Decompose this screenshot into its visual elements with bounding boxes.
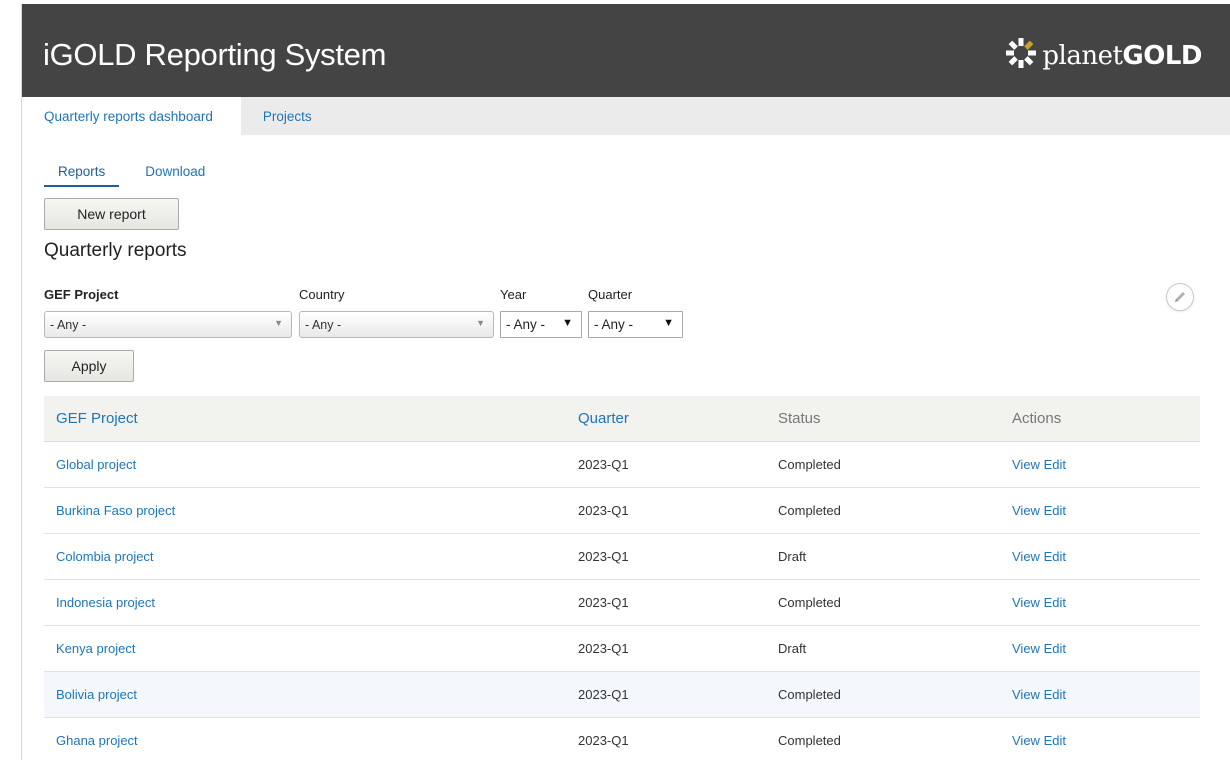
edit-link[interactable]: Edit	[1044, 687, 1066, 702]
quarter-cell: 2023-Q1	[578, 457, 629, 472]
project-link[interactable]: Ghana project	[56, 733, 138, 748]
chevron-down-icon: ▼	[476, 318, 485, 328]
filter-label-quarter: Quarter	[588, 287, 633, 302]
planetgold-burst-icon	[1004, 36, 1042, 75]
status-cell: Draft	[778, 549, 807, 564]
project-link[interactable]: Global project	[56, 457, 136, 472]
year-select-value: - Any -	[506, 317, 546, 332]
project-link[interactable]: Burkina Faso project	[56, 503, 175, 518]
subtab-download[interactable]: Download	[135, 162, 219, 187]
table-row: Burkina Faso project 2023-Q1 Completed V…	[44, 488, 1200, 534]
edit-link[interactable]: Edit	[1044, 503, 1066, 518]
table-header: GEF Project Quarter Status Actions	[44, 396, 1200, 442]
country-select-value: - Any -	[305, 317, 342, 332]
status-cell: Completed	[778, 687, 841, 702]
app-title: iGOLD Reporting System	[43, 37, 387, 72]
view-link[interactable]: View	[1012, 503, 1040, 518]
status-cell: Completed	[778, 595, 841, 610]
project-link[interactable]: Kenya project	[56, 641, 136, 656]
subtab-reports[interactable]: Reports	[44, 162, 120, 187]
quarter-select[interactable]: - Any - ▼	[588, 311, 683, 338]
project-link[interactable]: Bolivia project	[56, 687, 137, 702]
sub-tab-bar: Reports Download	[44, 162, 219, 187]
chevron-down-icon: ▼	[663, 317, 674, 329]
pencil-icon[interactable]	[1166, 283, 1194, 311]
view-link[interactable]: View	[1012, 549, 1040, 564]
apply-button[interactable]: Apply	[44, 350, 134, 382]
quarter-cell: 2023-Q1	[578, 687, 629, 702]
gef-project-select-value: - Any -	[50, 317, 87, 332]
edit-link[interactable]: Edit	[1044, 549, 1066, 564]
quarter-cell: 2023-Q1	[578, 733, 629, 748]
filter-label-gef-project: GEF Project	[44, 287, 119, 302]
section-title: Quarterly reports	[44, 240, 187, 261]
chevron-down-icon: ▼	[274, 318, 283, 328]
status-cell: Completed	[778, 733, 841, 748]
column-header-quarter[interactable]: Quarter	[566, 410, 766, 427]
quarter-cell: 2023-Q1	[578, 595, 629, 610]
status-cell: Completed	[778, 457, 841, 472]
edit-link[interactable]: Edit	[1044, 457, 1066, 472]
column-header-status: Status	[778, 410, 821, 427]
planetgold-logo[interactable]: planetGOLD	[1004, 36, 1202, 75]
new-report-button[interactable]: New report	[44, 198, 179, 230]
view-link[interactable]: View	[1012, 595, 1040, 610]
column-header-gef-project[interactable]: GEF Project	[44, 410, 566, 427]
quarter-select-value: - Any -	[594, 317, 634, 332]
table-row: Bolivia project 2023-Q1 Completed View E…	[44, 672, 1200, 718]
country-select[interactable]: - Any - ▼	[299, 311, 494, 338]
tab-projects[interactable]: Projects	[241, 97, 334, 135]
status-cell: Completed	[778, 503, 841, 518]
status-cell: Draft	[778, 641, 807, 656]
project-link[interactable]: Colombia project	[56, 549, 154, 564]
view-link[interactable]: View	[1012, 641, 1040, 656]
filter-label-country: Country	[299, 287, 345, 302]
table-row: Global project 2023-Q1 Completed View Ed…	[44, 442, 1200, 488]
view-link[interactable]: View	[1012, 457, 1040, 472]
main-tab-bar: Quarterly reports dashboard Projects	[22, 97, 1230, 135]
view-link[interactable]: View	[1012, 733, 1040, 748]
logo-text-light: planet	[1042, 40, 1123, 71]
filter-label-year: Year	[500, 287, 527, 302]
app-window: iGOLD Reporting System planetGOLD Quarte…	[21, 4, 1230, 760]
gef-project-select[interactable]: - Any - ▼	[44, 311, 292, 338]
table-row: Kenya project 2023-Q1 Draft View Edit	[44, 626, 1200, 672]
reports-table: GEF Project Quarter Status Actions Globa…	[44, 396, 1200, 760]
year-select[interactable]: - Any - ▼	[500, 311, 582, 338]
chevron-down-icon: ▼	[562, 317, 573, 329]
quarter-cell: 2023-Q1	[578, 549, 629, 564]
edit-link[interactable]: Edit	[1044, 595, 1066, 610]
column-header-actions: Actions	[1012, 410, 1062, 427]
table-row: Ghana project 2023-Q1 Completed View Edi…	[44, 718, 1200, 760]
logo-text: planetGOLD	[1042, 41, 1202, 71]
tab-quarterly-reports-dashboard[interactable]: Quarterly reports dashboard	[22, 97, 241, 135]
edit-link[interactable]: Edit	[1044, 641, 1066, 656]
view-link[interactable]: View	[1012, 687, 1040, 702]
quarter-cell: 2023-Q1	[578, 503, 629, 518]
table-row: Indonesia project 2023-Q1 Completed View…	[44, 580, 1200, 626]
project-link[interactable]: Indonesia project	[56, 595, 155, 610]
quarter-cell: 2023-Q1	[578, 641, 629, 656]
edit-link[interactable]: Edit	[1044, 733, 1066, 748]
table-row: Colombia project 2023-Q1 Draft View Edit	[44, 534, 1200, 580]
app-header: iGOLD Reporting System planetGOLD	[22, 4, 1230, 97]
logo-text-bold: GOLD	[1122, 40, 1202, 71]
